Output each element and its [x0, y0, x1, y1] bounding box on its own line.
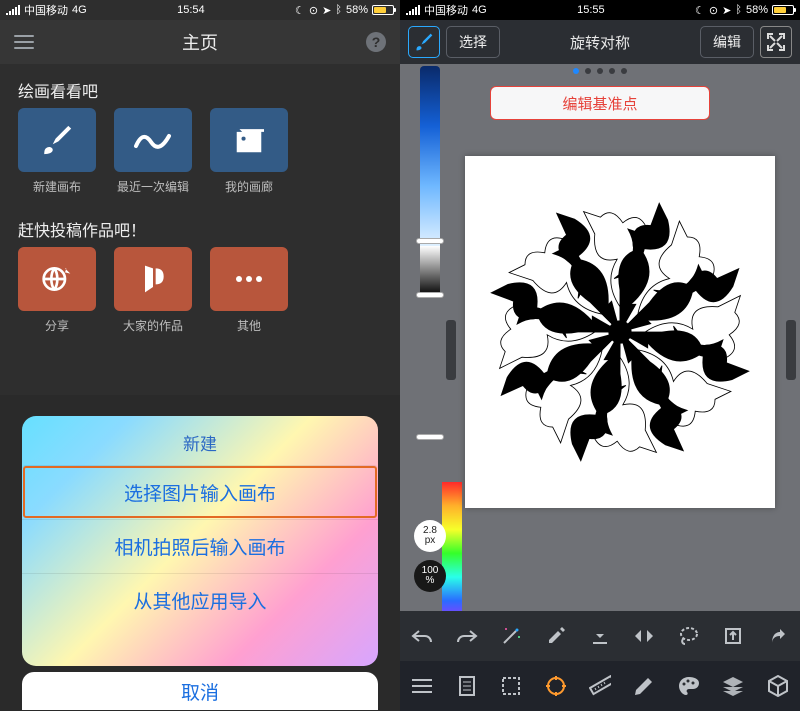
tile-label: 最近一次编辑 — [117, 178, 189, 195]
draw-grid: 新建画布 最近一次编辑 我的画廊 — [0, 108, 400, 203]
palette-icon[interactable] — [675, 672, 703, 700]
slider-knob[interactable] — [416, 292, 444, 298]
tool-row-lower — [400, 661, 800, 711]
opacity-unit: % — [426, 576, 435, 586]
alarm-icon: ⊙ — [709, 4, 718, 17]
eyedropper-icon[interactable] — [542, 622, 570, 650]
status-bar: 中国移动 4G 15:55 ☾ ⊙ ➤ ᛒ 58% — [400, 0, 800, 20]
squiggle-icon — [133, 126, 173, 154]
slider-knob[interactable] — [416, 238, 444, 244]
battery-icon — [772, 5, 794, 15]
select-button[interactable]: 选择 — [446, 26, 500, 58]
brush-tool-button[interactable] — [408, 26, 440, 58]
carrier-label: 中国移动 — [24, 2, 68, 18]
titlebar: 主页 ? — [0, 20, 400, 64]
location-icon: ➤ — [722, 4, 731, 17]
sheet-option-import[interactable]: 从其他应用导入 — [22, 573, 378, 627]
mirror-icon[interactable] — [630, 622, 658, 650]
bluetooth-icon: ᛒ — [735, 4, 742, 16]
more-icon — [233, 274, 265, 284]
submit-grid: 分享 大家的作品 其他 — [0, 247, 400, 342]
menu-icon[interactable] — [14, 35, 34, 49]
bluetooth-icon: ᛒ — [335, 4, 342, 16]
topbar: 选择 旋转对称 编辑 — [400, 20, 800, 64]
mandala-artwork — [480, 192, 760, 472]
brush-size-unit: px — [425, 536, 436, 546]
tile-everyone-works[interactable]: 大家的作品 — [114, 247, 192, 334]
opacity-pill[interactable]: 100 % — [414, 560, 446, 592]
time-label: 15:55 — [577, 4, 605, 16]
selection-icon[interactable] — [497, 672, 525, 700]
signal-icon — [406, 5, 420, 15]
slider-knob[interactable] — [416, 434, 444, 440]
tile-label: 我的画廊 — [225, 178, 273, 195]
page-title: 主页 — [182, 29, 218, 55]
section-submit-heading: 赶快投稿作品吧！ — [0, 203, 400, 247]
battery-pct: 58% — [746, 4, 768, 16]
sheet-option-camera[interactable]: 相机拍照后输入画布 — [22, 519, 378, 573]
color-rail-shade[interactable] — [420, 66, 440, 246]
tile-label: 大家的作品 — [123, 317, 183, 334]
redo-icon[interactable] — [453, 622, 481, 650]
gallery-icon — [232, 125, 266, 155]
brush-icon — [40, 123, 74, 157]
status-bar: 中国移动 4G 15:54 ☾ ⊙ ➤ ᛒ 58% — [0, 0, 400, 20]
tile-last-edit[interactable]: 最近一次编辑 — [114, 108, 192, 195]
left-phone: 中国移动 4G 15:54 ☾ ⊙ ➤ ᛒ 58% 主页 ? 绘画看看吧 新建画… — [0, 0, 400, 711]
network-label: 4G — [72, 4, 87, 16]
tile-label: 分享 — [45, 317, 69, 334]
fullscreen-icon[interactable] — [760, 26, 792, 58]
tile-new-canvas[interactable]: 新建画布 — [18, 108, 96, 195]
signal-icon — [6, 5, 20, 15]
magic-wand-icon[interactable] — [497, 622, 525, 650]
pencil-icon[interactable] — [630, 672, 658, 700]
document-icon[interactable] — [453, 672, 481, 700]
tile-my-gallery[interactable]: 我的画廊 — [210, 108, 288, 195]
canvas[interactable] — [465, 156, 775, 508]
cube-icon[interactable] — [764, 672, 792, 700]
color-rail[interactable] — [420, 66, 440, 296]
tile-other[interactable]: 其他 — [210, 247, 288, 334]
right-panel-handle[interactable] — [786, 320, 796, 380]
lasso-icon[interactable] — [675, 622, 703, 650]
action-sheet: 新建 选择图片输入画布 相机拍照后输入画布 从其他应用导入 — [22, 416, 378, 666]
symmetry-icon[interactable] — [542, 672, 570, 700]
page-indicator — [400, 64, 800, 78]
export-icon[interactable] — [719, 622, 747, 650]
layers-icon[interactable] — [719, 672, 747, 700]
alarm-icon: ⊙ — [309, 4, 318, 17]
moon-icon: ☾ — [695, 4, 705, 17]
left-panel-handle[interactable] — [446, 320, 456, 380]
section-draw-heading: 绘画看看吧 — [0, 64, 400, 108]
tile-label: 新建画布 — [33, 178, 81, 195]
screen-title: 旋转对称 — [500, 32, 700, 53]
edit-pivot-button[interactable]: 编辑基准点 — [490, 86, 710, 120]
battery-pct: 58% — [346, 4, 368, 16]
community-icon — [137, 263, 169, 295]
save-icon[interactable] — [586, 622, 614, 650]
sheet-title: 新建 — [22, 416, 378, 465]
brush-size-pill[interactable]: 2.8 px — [414, 520, 446, 552]
location-icon: ➤ — [322, 4, 331, 17]
edit-button[interactable]: 编辑 — [700, 26, 754, 58]
tile-label: 其他 — [237, 317, 261, 334]
share-icon[interactable] — [764, 622, 792, 650]
time-label: 15:54 — [177, 4, 205, 16]
carrier-label: 中国移动 — [424, 2, 468, 18]
tool-row-upper — [400, 611, 800, 661]
sheet-option-select-image[interactable]: 选择图片输入画布 — [22, 465, 378, 519]
undo-icon[interactable] — [408, 622, 436, 650]
menu-icon[interactable] — [408, 672, 436, 700]
right-phone: 中国移动 4G 15:55 ☾ ⊙ ➤ ᛒ 58% 选择 旋转对称 编辑 编辑基… — [400, 0, 800, 711]
battery-icon — [372, 5, 394, 15]
network-label: 4G — [472, 4, 487, 16]
color-rail-bw[interactable] — [420, 246, 440, 296]
moon-icon: ☾ — [295, 4, 305, 17]
help-icon[interactable]: ? — [366, 32, 386, 52]
globe-icon — [41, 263, 73, 295]
tile-share[interactable]: 分享 — [18, 247, 96, 334]
ruler-icon[interactable] — [586, 672, 614, 700]
sheet-cancel-button[interactable]: 取消 — [22, 672, 378, 710]
